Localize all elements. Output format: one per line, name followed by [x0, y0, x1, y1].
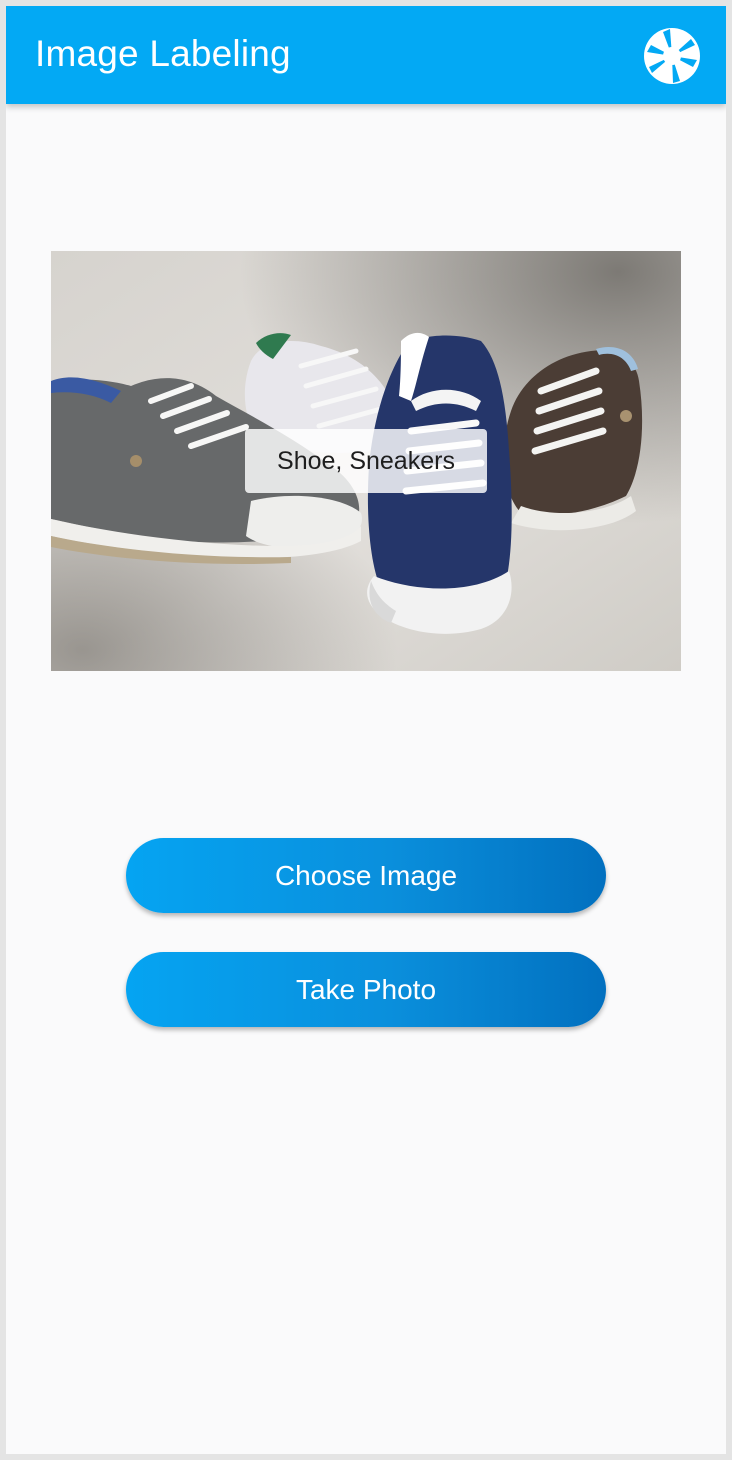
app-title: Image Labeling: [35, 33, 291, 74]
take-photo-button[interactable]: Take Photo: [126, 952, 606, 1027]
camera-shutter-icon[interactable]: [643, 27, 701, 85]
app-screen: Image Labeling Shoe, Sneakers Choose Ima…: [6, 6, 726, 1454]
app-bar: Image Labeling: [6, 6, 726, 104]
detected-labels: Shoe, Sneakers: [245, 429, 487, 493]
choose-image-button[interactable]: Choose Image: [126, 838, 606, 913]
